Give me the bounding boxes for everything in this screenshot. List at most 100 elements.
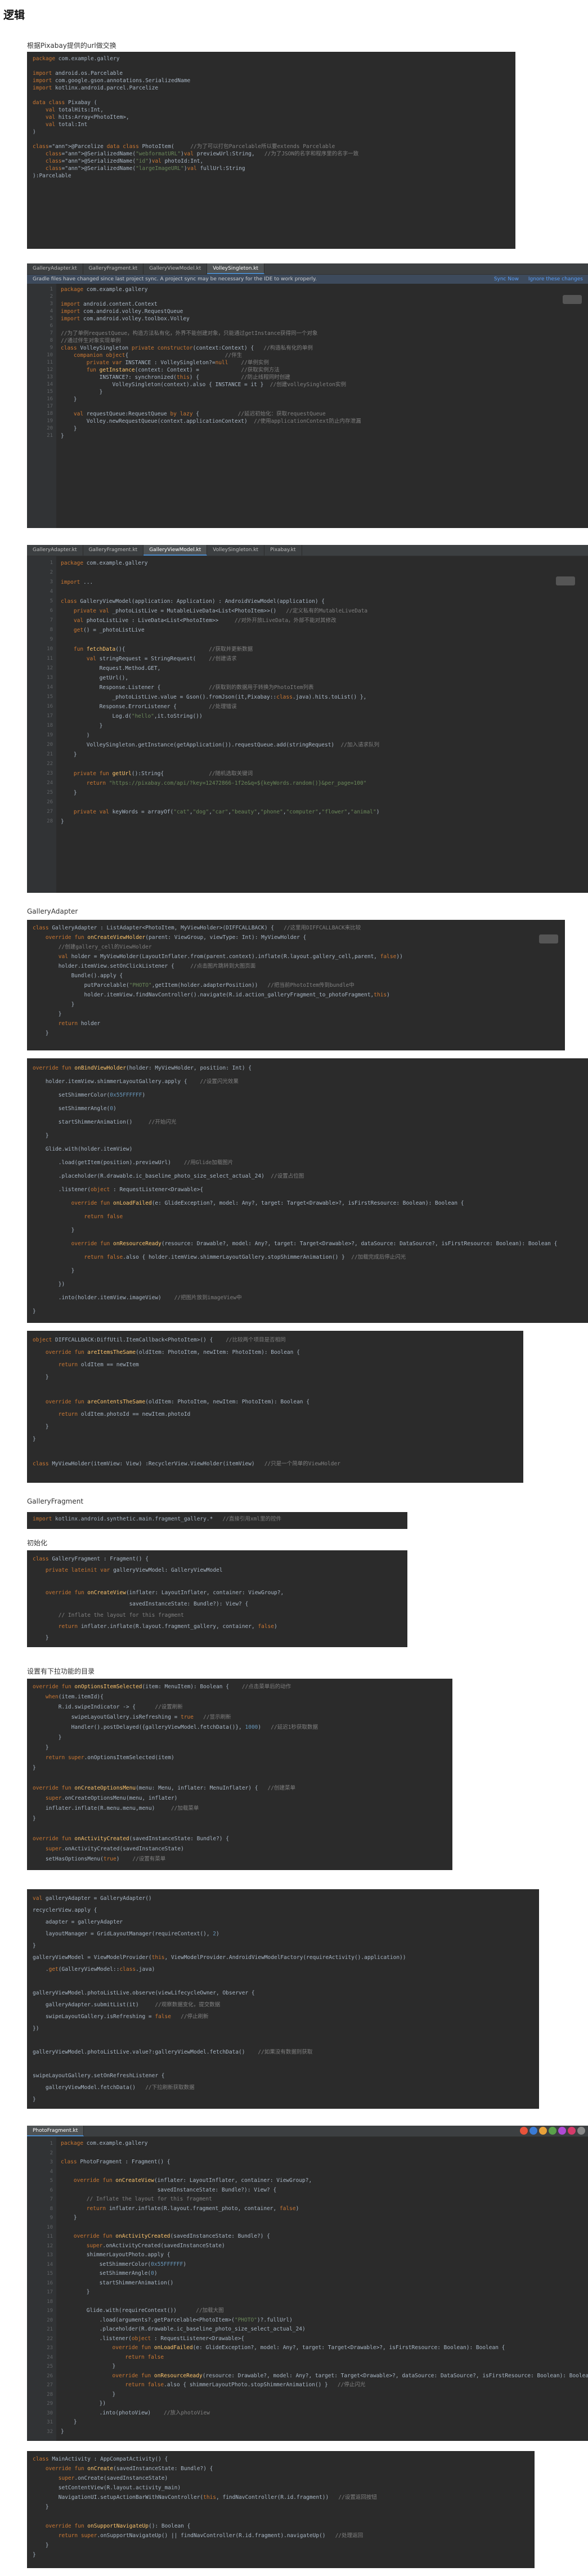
editor-tab[interactable]: VolleySingleton.kt <box>207 545 265 556</box>
code-line: .placeholder(R.drawable.ic_baseline_phot… <box>33 1173 304 1179</box>
editor-tab[interactable]: VolleySingleton.kt <box>207 263 265 274</box>
code-line: } <box>33 2542 49 2548</box>
code-line: override fun onCreate(savedInstanceState… <box>45 2466 213 2472</box>
code-line: } <box>33 1424 49 1430</box>
code-line: super.onActivityCreated(savedInstanceSta… <box>45 1846 184 1852</box>
code-line: return oldItem == newItem <box>58 1362 139 1368</box>
shirt-icon[interactable] <box>568 2127 576 2135</box>
code-line: Volley.newRequestQueue(context.applicati… <box>61 418 361 424</box>
code-line: return false.also { shimmerLayoutPhoto.s… <box>125 2382 366 2388</box>
code-line: class="ann">@Parcelize data class PhotoI… <box>33 144 335 150</box>
code-line: INSTANCE?: synchronized(this) { //防止线程同时… <box>61 374 290 381</box>
editor-tab[interactable]: GalleryAdapter.kt <box>27 263 83 274</box>
line-gutter: 1 2 3 4 5 6 7 8 9 10 11 12 13 14 15 16 1… <box>27 284 56 528</box>
code-line: //创建gallery_cell的ViewHolder <box>58 944 152 950</box>
code-line: override fun onLoadFailed(e: GlideExcept… <box>112 2345 505 2351</box>
preview-icon[interactable] <box>556 576 575 585</box>
code-line: startShimmerAnimation() <box>61 2279 174 2286</box>
preview-icon[interactable] <box>539 934 558 943</box>
code-line: VolleySingleton(context).also { INSTANCE… <box>61 382 347 388</box>
ide-window-photofragment: PhotoFragment.kt 1 2 3 4 5 6 7 8 9 10 11… <box>27 2126 588 2441</box>
code-lines: package com.example.gallery import andro… <box>33 55 510 180</box>
code-line: } <box>33 2096 36 2103</box>
code-line: class MainActivity : AppCompatActivity()… <box>33 2456 168 2462</box>
editor-tab[interactable]: GalleryViewModel.kt <box>143 545 208 556</box>
ide-window-viewmodel: GalleryAdapter.kt GalleryFragment.kt Galle… <box>27 545 588 893</box>
code-block-diffcallback: object DIFFCALLBACK:DiffUtil.ItemCallbac… <box>27 1331 523 1483</box>
code-line: private val keyWords = arrayOf("cat","do… <box>73 809 380 815</box>
code-line: Handler().postDelayed({galleryViewModel.… <box>33 1724 318 1730</box>
preview-icon[interactable] <box>563 295 582 304</box>
code-line: } <box>61 2215 77 2221</box>
code-line: super.onCreate(savedInstanceState) <box>58 2475 168 2481</box>
code-line: } <box>33 1268 75 1274</box>
editor-tab[interactable]: GalleryViewModel.kt <box>143 263 208 274</box>
ignore-changes-link[interactable]: Ignore these changes <box>528 276 583 282</box>
code-line: ) <box>61 732 90 739</box>
code-line: override fun onBindViewHolder(holder: My… <box>33 1065 252 1071</box>
code-line: override fun onResourceReady(resource: D… <box>71 1241 558 1247</box>
sync-now-link[interactable]: Sync Now <box>494 276 519 282</box>
grid-icon[interactable] <box>577 2127 585 2135</box>
code-line: return inflater.inflate(R.layout.fragmen… <box>86 2205 299 2212</box>
code-line: } <box>61 2363 116 2369</box>
code-line: ):Parcelable <box>33 173 71 179</box>
code-line: return false <box>84 1214 123 1220</box>
code-line: } <box>61 752 77 758</box>
code-line: override fun onActivityCreated(savedInst… <box>33 1836 229 1842</box>
code-lines: package com.example.gallery import ... c… <box>56 556 588 893</box>
code-line: } <box>33 1635 49 1641</box>
code-block-init-observer: val galleryAdapter = GalleryAdapter() rec… <box>27 1889 539 2109</box>
section-heading-fragment: GalleryFragment <box>27 1497 84 1505</box>
code-line: import android.content.Context <box>61 301 158 307</box>
code-line: class GalleryAdapter : ListAdapter<Photo… <box>33 925 361 931</box>
keyboard-icon[interactable] <box>558 2127 566 2135</box>
editor-tab[interactable]: GalleryAdapter.kt <box>27 545 83 556</box>
ide-toolbar-icons <box>520 2127 585 2135</box>
code-line: inflater.inflate(R.menu.menu,menu) //加载菜… <box>33 1805 199 1812</box>
editor-tab[interactable]: GalleryFragment.kt <box>83 263 144 274</box>
editor-tab[interactable]: Pixabay.kt <box>264 545 302 556</box>
code-line: } <box>61 426 77 432</box>
code-line: override fun areItemsTheSame(oldItem: Ph… <box>45 1349 300 1356</box>
code-line: super.onActivityCreated(savedInstanceSta… <box>86 2242 225 2249</box>
code-lines: class GalleryFragment : Fragment() { pri… <box>33 1554 402 1644</box>
code-line: val total:Int <box>45 122 88 128</box>
code-line: R.id.swipeIndicator -> { //设置刷新 <box>33 1704 183 1710</box>
code-line: override fun onSupportNavigateUp(): Bool… <box>45 2523 191 2529</box>
code-lines: package com.example.gallery class PhotoF… <box>56 2137 588 2441</box>
code-line: return inflater.inflate(R.layout.fragmen… <box>58 1624 277 1630</box>
emoji-icon[interactable] <box>539 2127 547 2135</box>
code-lines: package com.example.gallery import andro… <box>56 284 588 528</box>
code-line: setShimmerAngle(0) <box>33 1106 116 1112</box>
sync-icon[interactable] <box>520 2127 528 2135</box>
code-line: .into(holder.itemView.imageView) //把图片放到… <box>33 1295 242 1301</box>
code-line: galleryViewModel = ViewModelProvider(thi… <box>33 1955 406 1961</box>
mic-icon[interactable] <box>549 2127 556 2135</box>
code-line: override fun onResourceReady(resource: D… <box>112 2372 588 2379</box>
code-line: companion object{ //伴生 <box>73 352 243 359</box>
code-line: galleryViewModel.photoListLive.value?:ga… <box>33 2049 313 2055</box>
code-line: holder.itemView.setOnClickListener { //点… <box>33 963 256 969</box>
code-line: class="ann">@SerializedName("largeImageU… <box>45 166 245 172</box>
code-line: class PhotoFragment : Fragment() { <box>61 2159 170 2165</box>
code-line: _photoListLive.value = Gson().fromJson(i… <box>61 694 367 700</box>
code-line: .get(GalleryViewModel::class.java) <box>33 1966 155 1973</box>
code-line: setShimmerColor(0x55FFFFFF) <box>61 2261 187 2268</box>
code-line: } <box>61 2289 90 2295</box>
code-line: class="ann">@SerializedName("id")val pho… <box>45 158 204 164</box>
code-line: val requestQueue:RequestQueue by lazy { … <box>73 411 326 417</box>
section-heading-menu: 设置有下拉功能的目录 <box>27 1667 95 1675</box>
editor-tab[interactable]: GalleryFragment.kt <box>83 545 144 556</box>
editor-tab[interactable]: PhotoFragment.kt <box>27 2126 84 2136</box>
code-line: swipeLayoutGallery.isRefreshing = true /… <box>33 1714 231 1720</box>
moon-icon[interactable] <box>529 2127 537 2135</box>
